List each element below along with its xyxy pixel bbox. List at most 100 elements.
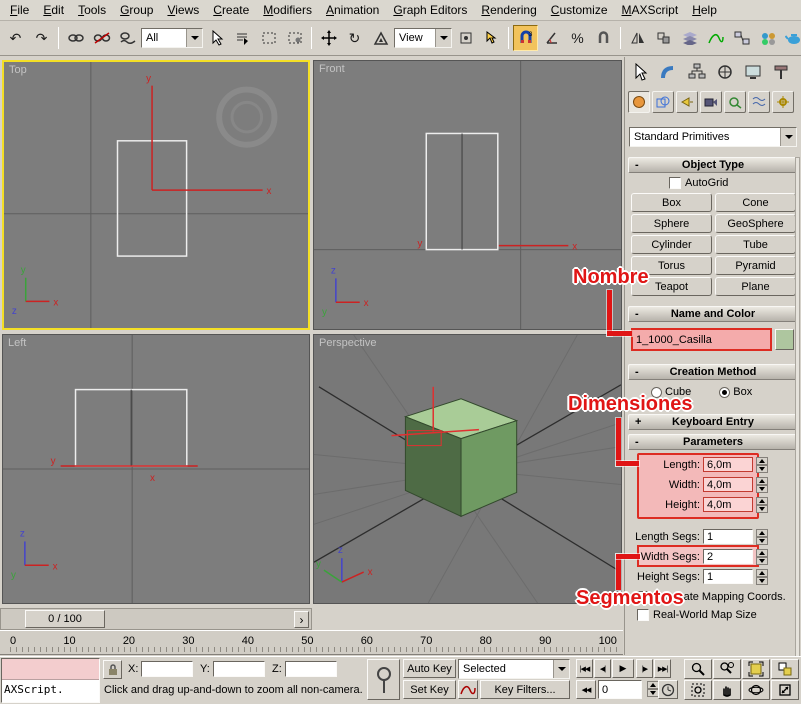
chevron-down-icon[interactable] [186,29,202,47]
length-segs-spinner[interactable] [756,529,768,545]
pan-hand-icon[interactable] [713,680,741,700]
object-name-field[interactable] [631,328,772,351]
systems-category-icon[interactable] [772,91,794,113]
object-color-swatch[interactable] [775,329,794,350]
maxscript-mini-listener[interactable]: AXScript. [1,658,100,703]
y-coord-field[interactable] [213,661,265,677]
select-by-name-icon[interactable] [230,25,255,51]
keyboard-entry-rollout[interactable]: + Keyboard Entry [628,414,798,430]
width-segs-spinner[interactable] [756,549,768,565]
parameters-rollout[interactable]: - Parameters [628,434,798,450]
zoom-icon[interactable] [684,659,712,679]
utilities-tab[interactable] [768,59,794,85]
auto-key-button[interactable]: Auto Key [403,659,456,678]
menu-tools[interactable]: Tools [71,1,113,19]
spacewarps-category-icon[interactable] [748,91,770,113]
play-button[interactable]: ▶ [612,659,634,678]
select-object-icon[interactable] [204,25,229,51]
z-coord-field[interactable] [285,661,337,677]
listener-pane[interactable]: AXScript. [2,680,99,702]
align-icon[interactable] [651,25,676,51]
material-editor-icon[interactable] [755,25,780,51]
sphere-button[interactable]: Sphere [631,214,712,233]
curve-editor-icon[interactable] [703,25,728,51]
viewport-perspective[interactable]: Perspective z x y [313,334,622,604]
time-slider-track[interactable]: 0 / 100 › [0,608,312,630]
cylinder-button[interactable]: Cylinder [631,235,712,254]
macro-recorder-pane[interactable] [2,659,99,680]
menu-modifiers[interactable]: Modifiers [256,1,319,19]
spinner-snap-icon[interactable] [591,25,616,51]
create-tab[interactable] [628,59,654,85]
menu-maxscript[interactable]: MAXScript [615,1,686,19]
select-and-move-icon[interactable] [316,25,341,51]
chevron-down-icon[interactable] [780,128,796,146]
percent-snap-icon[interactable]: % [565,25,590,51]
primitives-dropdown[interactable]: Standard Primitives [629,127,797,147]
timeline-ruler[interactable]: 0 10 20 30 40 50 60 70 80 90 100 [0,630,623,655]
key-filters-button[interactable]: Key Filters... [480,680,570,699]
height-segs-spinner[interactable] [756,569,768,585]
window-crossing-icon[interactable] [282,25,307,51]
cone-button[interactable]: Cone [715,193,796,212]
height-field[interactable]: 4,0m [703,497,753,512]
undo-icon[interactable]: ↶ [3,25,28,51]
display-tab[interactable] [740,59,766,85]
length-spinner[interactable] [756,457,768,473]
time-slider-handle[interactable]: 0 / 100 [25,610,105,628]
autogrid-checkbox[interactable] [669,177,681,189]
height-segs-field[interactable]: 1 [703,569,753,584]
real-world-checkbox[interactable] [637,609,649,621]
use-center-icon[interactable] [453,25,478,51]
unlink-selection-icon[interactable] [89,25,114,51]
next-frame-button[interactable]: |▶ [636,659,653,678]
modify-tab[interactable] [656,59,682,85]
menu-rendering[interactable]: Rendering [474,1,543,19]
pyramid-button[interactable]: Pyramid [715,256,796,275]
layer-manager-icon[interactable] [677,25,702,51]
creation-method-rollout[interactable]: - Creation Method [628,364,798,380]
menu-animation[interactable]: Animation [319,1,386,19]
region-zoom-icon[interactable] [684,680,712,700]
object-type-rollout[interactable]: - Object Type [628,157,798,173]
shapes-category-icon[interactable] [652,91,674,113]
length-segs-field[interactable]: 1 [703,529,753,544]
menu-file[interactable]: File [3,1,36,19]
previous-frame-button[interactable]: ◀| [594,659,611,678]
name-color-rollout[interactable]: - Name and Color [628,306,798,322]
helpers-category-icon[interactable] [724,91,746,113]
time-configuration-icon[interactable] [658,680,678,699]
height-spinner[interactable] [756,497,768,513]
selection-lock-icon[interactable] [103,660,122,679]
width-field[interactable]: 4,0m [703,477,753,492]
cameras-category-icon[interactable] [700,91,722,113]
tube-button[interactable]: Tube [715,235,796,254]
mirror-icon[interactable] [625,25,650,51]
width-segs-field[interactable]: 2 [703,549,753,564]
schematic-view-icon[interactable] [729,25,754,51]
menu-edit[interactable]: Edit [36,1,71,19]
hierarchy-tab[interactable] [684,59,710,85]
go-to-end-button[interactable]: ▶▶| [654,659,671,678]
select-and-link-icon[interactable] [63,25,88,51]
reference-coordinate-dropdown[interactable]: View [394,28,452,48]
viewport-front[interactable]: Front y x z x y [313,60,622,330]
plane-button[interactable]: Plane [715,277,796,296]
viewport-top[interactable]: Top y x y x z [2,60,310,330]
next-frame-arrow[interactable]: › [294,611,309,628]
menu-views[interactable]: Views [160,1,206,19]
menu-customize[interactable]: Customize [544,1,615,19]
geometry-category-icon[interactable] [628,91,650,113]
interactive-pan-zoom-button[interactable] [367,659,400,700]
key-mode-toggle-icon[interactable]: ◀◀ [576,680,596,699]
menu-create[interactable]: Create [206,1,256,19]
menu-help[interactable]: Help [685,1,724,19]
viewport-left[interactable]: Left y x z x y [2,334,310,604]
selection-filter-dropdown[interactable]: All [141,28,203,48]
current-frame-field[interactable]: 0 [598,680,642,699]
width-spinner[interactable] [756,477,768,493]
x-coord-field[interactable] [141,661,193,677]
motion-tab[interactable] [712,59,738,85]
bind-to-spacewarp-icon[interactable] [115,25,140,51]
zoom-all-icon[interactable] [713,659,741,679]
